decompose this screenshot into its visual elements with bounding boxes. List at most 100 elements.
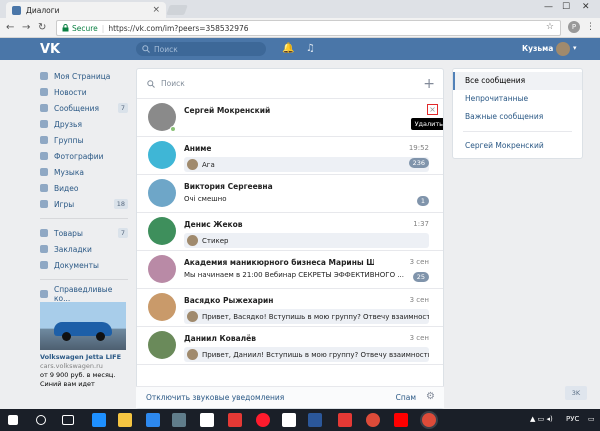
chevron-down-icon[interactable]: ▾ — [573, 44, 577, 52]
mute-sounds-link[interactable]: Отключить звуковые уведомления — [146, 393, 284, 402]
browser-menu-icon[interactable]: ⋮ — [586, 22, 595, 32]
minimize-button[interactable]: — — [544, 2, 553, 12]
notification-icon[interactable]: ▭ — [588, 415, 595, 423]
dialog-name: Даниил Ковалёв — [184, 334, 256, 343]
sidebar-item[interactable]: Новости — [40, 84, 128, 100]
sidebar-item-label: Новости — [54, 87, 87, 97]
file-explorer-icon[interactable] — [118, 413, 132, 427]
nav-icon — [40, 245, 48, 253]
new-message-plus-icon[interactable]: + — [423, 76, 435, 92]
maximize-button[interactable]: ☐ — [562, 2, 570, 12]
sidebar-item[interactable]: Видео — [40, 180, 128, 196]
sidebar-item[interactable]: Моя Страница — [40, 68, 128, 84]
vk-favicon-icon — [12, 5, 21, 15]
browser-tab[interactable]: Диалоги × — [6, 2, 166, 18]
header-search-input[interactable]: Поиск — [136, 42, 266, 56]
sender-mini-avatar — [187, 311, 198, 322]
filter-unread[interactable]: Непрочитанные — [453, 90, 582, 108]
sidebar-item[interactable]: Игры 18 — [40, 196, 128, 212]
dialog-row[interactable]: Даниил Ковалёв 3 сен Привет, Даниил! Вступ… — [137, 327, 443, 365]
vk-logo[interactable]: VK — [40, 42, 60, 57]
nav-icon — [40, 229, 48, 237]
dialog-row[interactable]: Сергей Мокренский × Удалить — [137, 99, 443, 137]
secure-indicator[interactable]: Secure — [62, 24, 98, 33]
chrome-active-icon[interactable] — [422, 413, 436, 427]
dialog-row[interactable]: Аниме 19:52 Ага 236 — [137, 137, 443, 175]
dialog-preview: Привет, Васядко! Вступишь в мою группу? … — [184, 309, 429, 324]
app-icon[interactable] — [172, 413, 186, 427]
yandex-icon[interactable] — [394, 413, 408, 427]
dialogs-search-input[interactable]: Поиск + — [137, 69, 443, 99]
avatar[interactable] — [148, 179, 176, 207]
avatar[interactable] — [148, 293, 176, 321]
back-to-top-button[interactable]: 3K — [565, 386, 587, 400]
dialog-name: Академия маникюрного бизнеса Марины Щегл… — [184, 258, 374, 267]
unread-count-badge: 236 — [408, 158, 429, 168]
sidebar-item[interactable]: Справедливые ко... — [40, 285, 128, 303]
back-arrow-icon[interactable]: ← — [6, 22, 14, 33]
nav-icon — [40, 136, 48, 144]
filter-all-messages[interactable]: Все сообщения — [453, 72, 582, 90]
sidebar-item[interactable]: Сообщения 7 — [40, 100, 128, 116]
sidebar-item[interactable]: Друзья — [40, 116, 128, 132]
edge-icon[interactable] — [92, 413, 106, 427]
filter-important[interactable]: Важные сообщения — [453, 108, 582, 126]
avatar[interactable] — [148, 331, 176, 359]
app-icon[interactable] — [282, 413, 296, 427]
dialog-row[interactable]: Виктория Сергеевна Очі смешно 1 — [137, 175, 443, 213]
avatar[interactable] — [148, 217, 176, 245]
notifications-bell-icon[interactable]: 🔔 — [282, 43, 294, 54]
extension-icon[interactable]: P — [568, 21, 580, 33]
new-tab-button[interactable] — [166, 5, 188, 15]
spam-link[interactable]: Спам — [396, 393, 416, 402]
delete-dialog-button[interactable]: × — [427, 104, 438, 115]
opera-icon[interactable] — [256, 413, 270, 427]
dialog-preview: Стикер — [184, 233, 429, 248]
sidebar-item[interactable]: Закладки — [40, 241, 128, 257]
app-icon[interactable] — [228, 413, 242, 427]
gear-icon[interactable]: ⚙ — [426, 391, 435, 402]
word-icon[interactable] — [308, 413, 322, 427]
header-username[interactable]: Кузьма — [522, 44, 553, 53]
url-text: https://vk.com/im?peers=358532976 — [108, 23, 249, 33]
search-icon[interactable] — [36, 415, 46, 425]
sidebar-item[interactable]: Фотографии — [40, 148, 128, 164]
reload-icon[interactable]: ↻ — [38, 22, 46, 33]
address-bar[interactable]: Secure | https://vk.com/im?peers=3585329… — [56, 20, 561, 36]
vivaldi-icon[interactable] — [338, 413, 352, 427]
nav-icon — [40, 184, 48, 192]
store-icon[interactable] — [146, 413, 160, 427]
header-avatar[interactable] — [556, 42, 570, 56]
sidebar-item[interactable]: Музыка — [40, 164, 128, 180]
chrome-icon[interactable] — [366, 413, 380, 427]
sidebar-item-label: Документы — [54, 260, 99, 270]
sidebar-item[interactable]: Группы — [40, 132, 128, 148]
tab-close-icon[interactable]: × — [152, 5, 160, 15]
ad-site[interactable]: cars.volkswagen.ru — [40, 362, 128, 371]
nav-icon — [40, 104, 48, 112]
avatar[interactable] — [148, 255, 176, 283]
ad-title[interactable]: Volkswagen Jetta LIFE — [40, 353, 128, 362]
dialog-row[interactable]: Васядко Рыжехарин 3 сен Привет, Васядко! В… — [137, 289, 443, 327]
avatar[interactable] — [148, 141, 176, 169]
dialog-row[interactable]: Денис Жеков 1:37 Стикер — [137, 213, 443, 251]
nav-divider — [40, 279, 128, 280]
forward-arrow-icon[interactable]: → — [22, 22, 30, 33]
ad-image[interactable] — [40, 302, 126, 350]
sidebar-item[interactable]: Товары 7 — [40, 225, 128, 241]
sidebar-item[interactable]: Документы — [40, 257, 128, 273]
sidebar-item-label: Видео — [54, 183, 79, 193]
app-icon[interactable] — [200, 413, 214, 427]
tray-icons[interactable]: ▲ ▭ ◂) — [530, 415, 553, 423]
dialogs-footer: Отключить звуковые уведомления Спам ⚙ — [136, 386, 444, 408]
bookmark-star-icon[interactable]: ☆ — [546, 22, 554, 32]
dialog-name: Васядко Рыжехарин — [184, 296, 274, 305]
filter-contact[interactable]: Сергей Мокренский — [453, 137, 582, 155]
language-indicator[interactable]: РУС — [566, 415, 579, 423]
music-note-icon[interactable]: ♫ — [306, 43, 315, 54]
windows-start-icon[interactable] — [8, 415, 18, 425]
unread-count-badge: 25 — [412, 272, 429, 282]
task-view-icon[interactable] — [62, 415, 74, 425]
close-window-button[interactable]: ✕ — [582, 2, 590, 12]
dialog-row[interactable]: Академия маникюрного бизнеса Марины Щегл… — [137, 251, 443, 289]
